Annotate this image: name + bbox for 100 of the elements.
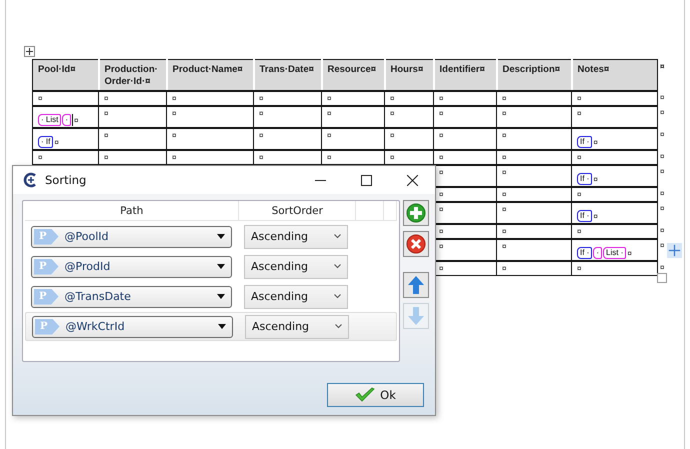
cell-mark: ¤ (38, 94, 42, 103)
grid-row[interactable]: P @WrkCtrId Ascending (25, 312, 397, 341)
caret-icon (218, 324, 226, 329)
cell-mark: ¤ (593, 136, 598, 148)
cell-mark: ¤ (502, 153, 506, 162)
field-tag[interactable]: If · (577, 136, 592, 148)
grid-row[interactable]: P @ProdId Ascending (25, 252, 397, 281)
add-row-icon[interactable] (667, 243, 682, 258)
row-end-mark: ¤ (660, 152, 664, 161)
move-handle-icon[interactable] (24, 46, 35, 57)
maximize-icon (360, 174, 372, 186)
field-tag[interactable]: · (62, 114, 72, 126)
cell-mark: ¤ (259, 153, 264, 162)
up-button[interactable] (403, 272, 429, 298)
cell-mark: ¤ (593, 174, 598, 184)
caret-icon (217, 294, 225, 299)
type-badge: P (34, 288, 59, 304)
chevron-icon (335, 324, 342, 329)
cell-mark: ¤ (327, 131, 332, 140)
column-header: Identifier¤ (434, 60, 496, 91)
cell-mark: ¤ (74, 114, 78, 126)
path-dropdown[interactable]: P @ProdId (31, 256, 232, 278)
cell-mark: ¤ (390, 109, 394, 118)
chevron-icon (334, 294, 341, 299)
cell-mark: ¤ (577, 227, 582, 236)
row-end-mark: ¤ (660, 204, 664, 213)
add-icon (406, 203, 426, 223)
sort-order-dropdown[interactable]: Ascending (244, 224, 348, 248)
cell-mark: ¤ (259, 109, 264, 118)
remove-button[interactable] (403, 231, 429, 257)
cell-mark: ¤ (327, 153, 332, 162)
row-end-mark: ¤ (660, 226, 664, 235)
resize-handle[interactable] (657, 273, 667, 283)
cell-mark: ¤ (593, 210, 598, 222)
cell-mark: ¤ (502, 205, 506, 214)
cell-mark: ¤ (390, 153, 394, 162)
chevron-icon (334, 264, 341, 269)
column-header: Path (25, 201, 240, 220)
cell-mark: ¤ (104, 109, 108, 118)
column-header: Trans·Date¤ (254, 60, 322, 91)
row-end-mark: ¤ (660, 130, 664, 139)
sort-order-dropdown[interactable]: Ascending (244, 284, 348, 308)
ok-button[interactable]: Ok (327, 383, 424, 407)
cell-mark: ¤ (577, 94, 582, 103)
column-header: Product·Name¤ (166, 60, 254, 91)
column-header: Resource¤ (322, 60, 384, 91)
cell-mark: ¤ (390, 94, 394, 103)
column-header: Description¤ (496, 60, 572, 91)
cell-mark: ¤ (327, 109, 332, 118)
grid-row[interactable]: P @PoolId Ascending (25, 222, 397, 251)
cell-mark: ¤ (104, 153, 108, 162)
chevron-icon (334, 234, 341, 239)
cell-mark: ¤ (577, 190, 582, 199)
cell-mark: ¤ (259, 94, 264, 103)
row-end-mark: ¤ (660, 189, 664, 198)
cell-mark: ¤ (502, 109, 506, 118)
cell-mark: ¤ (439, 227, 444, 236)
window-title: Sorting (45, 173, 86, 187)
field-tag[interactable]: · If (38, 136, 54, 148)
cell-mark: ¤ (577, 153, 582, 162)
column-header: Production·Order·Id·¤ (98, 60, 166, 91)
path-dropdown[interactable]: P @TransDate (31, 286, 232, 308)
cell-mark: ¤ (577, 109, 582, 118)
cell-mark: ¤ (439, 205, 444, 214)
field-tag[interactable]: · (593, 247, 602, 259)
cell-mark: ¤ (104, 94, 108, 103)
type-badge: P (34, 258, 59, 274)
cell-mark: ¤ (439, 190, 444, 199)
cell-mark: ¤ (439, 109, 444, 118)
field-tag[interactable]: If · (577, 173, 592, 185)
cell-mark: ¤ (38, 153, 42, 162)
cell-mark: ¤ (439, 131, 444, 140)
grid-row[interactable]: P @TransDate Ascending (25, 282, 397, 311)
cell-mark: ¤ (327, 94, 332, 103)
cell-mark: ¤ (390, 131, 394, 140)
row-end-mark: ¤ (660, 263, 664, 272)
cell-mark: ¤ (172, 131, 176, 140)
down-arrow-icon (407, 306, 425, 326)
sort-order-dropdown[interactable]: Ascending (245, 314, 349, 338)
field-tag[interactable]: If · (577, 247, 592, 259)
cell-mark: ¤ (172, 94, 176, 103)
sort-order-dropdown[interactable]: Ascending (244, 254, 348, 278)
field-tag[interactable]: · List (38, 114, 62, 126)
field-tag[interactable]: List · (603, 247, 626, 259)
row-end-mark: ¤ (660, 167, 664, 176)
cell-mark: ¤ (502, 190, 506, 199)
column-header: SortOrder (239, 201, 356, 220)
path-dropdown[interactable]: P @WrkCtrId (32, 316, 233, 338)
column-header: Pool·Id¤ (32, 60, 98, 91)
cell-mark: ¤ (627, 248, 632, 258)
cell-mark: ¤ (502, 94, 506, 103)
field-tag[interactable]: If · (577, 210, 592, 222)
caret-icon (217, 264, 225, 269)
row-end-mark: ¤ (660, 62, 664, 70)
path-dropdown[interactable]: P @PoolId (31, 226, 232, 248)
add-button[interactable] (403, 200, 429, 226)
cell-mark: ¤ (104, 131, 108, 140)
row-end-mark: ¤ (660, 108, 664, 117)
type-badge: P (35, 318, 60, 334)
cell-mark: ¤ (502, 242, 506, 251)
